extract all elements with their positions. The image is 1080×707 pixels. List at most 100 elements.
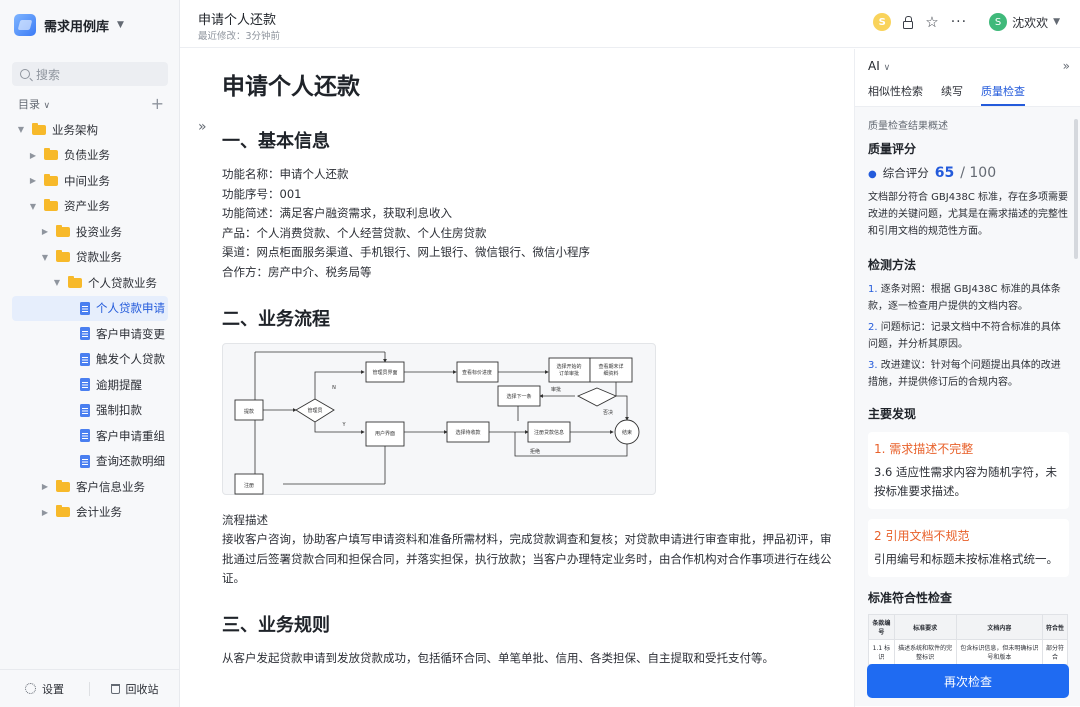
- avatar: S: [989, 13, 1008, 31]
- info-line: 产品：个人消费贷款、个人经营贷款、个人住房贷款: [222, 225, 487, 240]
- sidebar-item-label: 资产业务: [64, 199, 110, 214]
- finding-body: 3.6 适应性需求内容为随机字符，未按标准要求描述。: [874, 465, 1057, 498]
- sidebar-item[interactable]: 个人贷款申请: [12, 295, 168, 321]
- method-title: 检测方法: [868, 258, 917, 272]
- svg-text:否决: 否决: [603, 409, 613, 416]
- chevron-down-icon[interactable]: ▼: [40, 253, 50, 262]
- ai-panel-header: AI ∨ »: [868, 59, 1070, 73]
- chevron-down-icon[interactable]: ▼: [28, 202, 38, 211]
- workspace-name: 需求用例库: [44, 19, 110, 35]
- table-body: 1.1 标识 描述系统和软件的完整标识 包含标识信息，但未明确标识号和版本 部分符合: [868, 639, 1068, 665]
- table-row: 1.1 标识 描述系统和软件的完整标识 包含标识信息，但未明确标识号和版本 部分符合: [868, 639, 1068, 665]
- table-header-cell: 符合性: [1042, 614, 1068, 640]
- method-item: 2. 问题标记：记录文档中不符合标准的具体问题，并分析其原因。: [868, 319, 1069, 353]
- svg-text:选择下一条: 选择下一条: [506, 393, 531, 400]
- svg-text:选择开始的: 选择开始的: [556, 363, 581, 370]
- table-header-cell: 标准要求: [893, 614, 957, 640]
- recheck-button[interactable]: 再次检查: [867, 664, 1069, 698]
- ai-tabs: 相似性检索 续写 质量检查: [868, 83, 1025, 106]
- add-icon[interactable]: +: [151, 96, 164, 112]
- star-icon[interactable]: ☆: [925, 14, 938, 30]
- findings-title: 主要发现: [868, 407, 917, 421]
- sidebar-item-label: 会计业务: [76, 505, 122, 520]
- toc-toggle[interactable]: 目录 ∨: [18, 96, 50, 112]
- method-text: 改进建议：针对每个问题提出具体的改进措施，并提供修订后的合规内容。: [868, 360, 1061, 388]
- settings-label: 设置: [42, 682, 64, 696]
- scrollbar[interactable]: [1074, 119, 1078, 259]
- sidebar-item[interactable]: 逾期提醒: [12, 372, 168, 398]
- chevron-right-icon[interactable]: ▶: [28, 176, 38, 185]
- finding-body: 引用编号和标题未按标准格式统一。: [874, 552, 1058, 566]
- trash-button[interactable]: 回收站: [90, 681, 179, 697]
- sidebar-item[interactable]: ▶ 投资业务: [12, 219, 168, 245]
- chevron-down-icon: ∨: [883, 63, 891, 73]
- ai-mode-dropdown[interactable]: AI ∨: [868, 59, 890, 73]
- sidebar-item[interactable]: 查询还款明细: [12, 449, 168, 475]
- header-actions: S ☆ ··· S 沈欢欢 ▼: [873, 13, 1060, 31]
- more-icon[interactable]: ···: [951, 14, 967, 30]
- chevron-down-icon[interactable]: ▼: [16, 125, 26, 134]
- search-input[interactable]: 搜索: [12, 62, 168, 86]
- trash-label: 回收站: [125, 682, 159, 696]
- svg-text:管理员界面: 管理员界面: [372, 369, 397, 376]
- info-line: 合作方：房产中介、税务局等: [222, 264, 372, 279]
- flow-caption: 流程描述: [222, 512, 268, 527]
- chevron-right-icon[interactable]: ▶: [40, 482, 50, 491]
- sidebar-item-label: 负债业务: [64, 148, 110, 163]
- svg-text:拒绝: 拒绝: [530, 448, 540, 455]
- gear-icon: [25, 683, 36, 694]
- method-number: 2.: [868, 322, 878, 333]
- chevron-down-icon[interactable]: ▼: [52, 278, 62, 287]
- sidebar-item-label: 触发个人贷款: [96, 352, 165, 367]
- sidebar-item[interactable]: ▼ 资产业务: [12, 194, 168, 220]
- svg-text:订单审批: 订单审批: [559, 370, 579, 377]
- sidebar-item[interactable]: ▶ 中间业务: [12, 168, 168, 194]
- collapse-panel-icon[interactable]: »: [1063, 59, 1070, 73]
- svg-text:注册贷款信息: 注册贷款信息: [534, 429, 564, 436]
- sidebar-item[interactable]: 触发个人贷款: [12, 347, 168, 373]
- chevron-down-icon: ▼: [1053, 17, 1060, 27]
- finding-card[interactable]: 2 引用文档不规范 引用编号和标题未按标准格式统一。: [868, 519, 1069, 577]
- ai-panel: AI ∨ » 相似性检索 续写 质量检查 质量检查结果概述 质量评分 ● 综合评分 …: [854, 49, 1080, 707]
- sidebar-item[interactable]: ▼ 业务架构: [12, 117, 168, 143]
- expand-panel-icon[interactable]: »: [198, 119, 207, 135]
- user-menu[interactable]: S 沈欢欢 ▼: [989, 13, 1060, 31]
- workspace-switcher[interactable]: 需求用例库 ▼: [14, 12, 124, 38]
- settings-button[interactable]: 设置: [0, 681, 89, 697]
- flowchart-image[interactable]: 提款 管理员 管理员界面 用户界面 注册 查看标价进度 选择开始的 订单审批 查…: [222, 342, 656, 495]
- lock-icon[interactable]: [903, 15, 914, 29]
- last-modified: 最近修改：3分钟前: [198, 31, 281, 42]
- table-cell: 1.1 标识: [868, 639, 895, 665]
- tab[interactable]: 质量检查: [981, 83, 1025, 106]
- user-name: 沈欢欢: [1012, 15, 1049, 30]
- table-header-row: 条款编号 标准要求 文档内容 符合性: [868, 614, 1068, 640]
- method-list: 1. 逐条对照：根据 GBJ438C 标准的具体条款，逐一检查用户提供的文档内容…: [868, 281, 1069, 391]
- sidebar-item[interactable]: ▶ 会计业务: [12, 500, 168, 526]
- search-icon: [20, 69, 30, 79]
- trash-icon: [110, 683, 120, 694]
- sidebar-item[interactable]: ▼ 个人贷款业务: [12, 270, 168, 296]
- folder-icon: [56, 250, 70, 263]
- workspace-logo-icon: [14, 14, 36, 36]
- document-icon: [80, 429, 90, 443]
- sidebar-item[interactable]: ▶ 负债业务: [12, 143, 168, 169]
- chevron-right-icon[interactable]: ▶: [40, 508, 50, 517]
- doc-title: 申请个人还款: [222, 74, 360, 100]
- chevron-right-icon[interactable]: ▶: [40, 227, 50, 236]
- section-heading: 一、基本信息: [222, 131, 330, 152]
- finding-card[interactable]: 1. 需求描述不完整 3.6 适应性需求内容为随机字符，未按标准要求描述。: [868, 432, 1069, 509]
- sidebar-item-label: 查询还款明细: [96, 454, 165, 469]
- tab[interactable]: 续写: [941, 83, 963, 106]
- method-number: 1.: [868, 284, 878, 295]
- sidebar-item[interactable]: ▼ 贷款业务: [12, 245, 168, 271]
- svg-text:细资料: 细资料: [603, 370, 618, 377]
- sidebar-item[interactable]: 客户申请重组: [12, 423, 168, 449]
- sidebar-item[interactable]: 客户申请变更: [12, 321, 168, 347]
- tab[interactable]: 相似性检索: [868, 83, 923, 106]
- chevron-right-icon[interactable]: ▶: [28, 151, 38, 160]
- coin-badge-icon[interactable]: S: [873, 13, 892, 31]
- info-line: 功能序号：001: [222, 186, 302, 201]
- sidebar-item[interactable]: ▶ 客户信息业务: [12, 474, 168, 500]
- sidebar-item[interactable]: 强制扣款: [12, 398, 168, 424]
- method-item: 3. 改进建议：针对每个问题提出具体的改进措施，并提供修订后的合规内容。: [868, 357, 1069, 391]
